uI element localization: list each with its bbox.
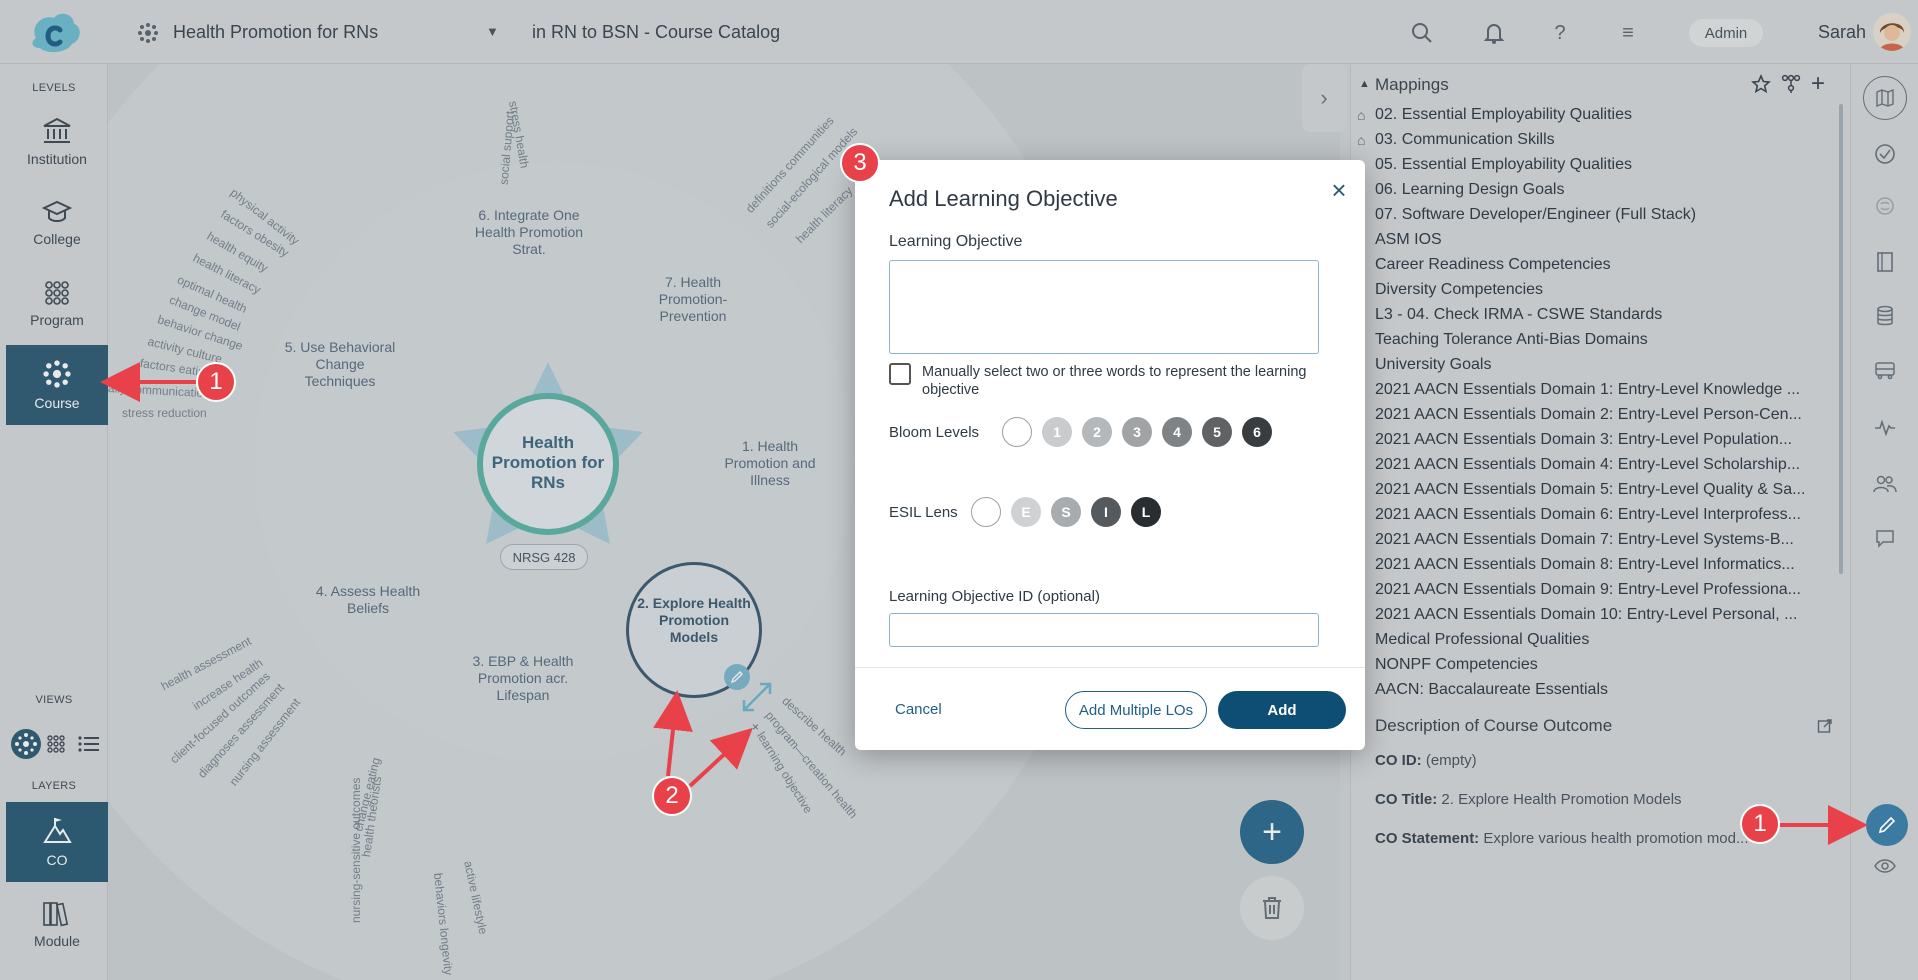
callout-badge-1: 1 (1740, 804, 1780, 844)
callout-arrows (100, 362, 1868, 845)
callout-arrow-2a (653, 690, 693, 777)
callout-badge-2: 2 (652, 776, 692, 816)
callout-badge-3: 3 (840, 143, 880, 183)
callout-arrow-2b (688, 727, 753, 788)
callout-badge-1: 1 (196, 362, 236, 402)
